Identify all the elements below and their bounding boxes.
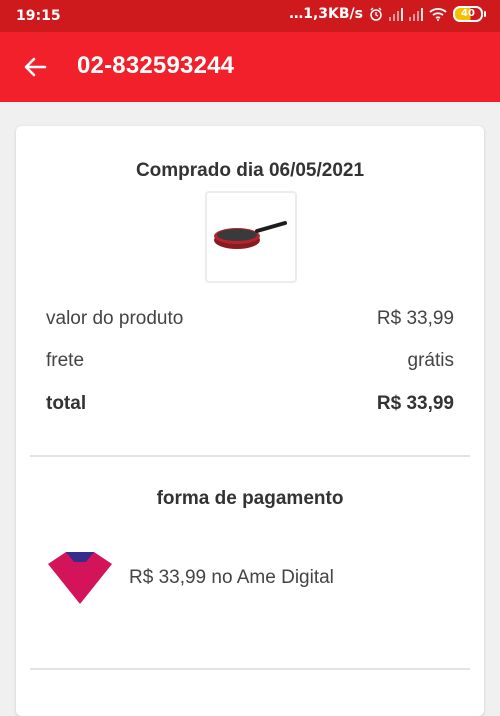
product-value-label: valor do produto [46,308,184,329]
status-time: 19:15 [16,8,61,24]
network-speed: …1,3KB/s [289,6,363,22]
frying-pan-image [214,221,287,249]
payment-description: R$ 33,99 no Ame Digital [129,567,334,588]
payment-method-title: forma de pagamento [156,488,344,509]
total-value: R$ 33,99 [376,393,454,414]
divider [30,668,470,670]
product-thumbnail[interactable] [205,191,297,283]
battery-icon: 40 [453,6,486,22]
app-bar: 02-832593244 [0,32,500,102]
ame-digital-logo [48,552,112,604]
purchase-date: Comprado dia 06/05/2021 [135,160,365,181]
battery-level: 40 [453,6,483,22]
product-value: R$ 33,99 [376,308,454,329]
product-value-row: valor do produto R$ 33,99 [46,308,454,330]
total-label: total [46,393,87,414]
shipping-value: grátis [407,350,454,371]
status-bar: 19:15 …1,3KB/s 40 [0,0,500,32]
alarm-icon [370,7,382,21]
signal-icon [389,7,403,21]
arrow-left-icon[interactable] [18,50,52,84]
shipping-label: frete [46,350,85,371]
signal-icon [409,7,423,21]
shipping-row: frete grátis [46,350,454,372]
divider [30,455,470,457]
order-number-title: 02-832593244 [77,52,235,79]
status-icons: …1,3KB/s 40 [289,6,486,22]
total-row: total R$ 33,99 [46,393,454,415]
wifi-icon [429,8,447,21]
order-details-card: Comprado dia 06/05/2021 valor do produto… [16,126,484,716]
